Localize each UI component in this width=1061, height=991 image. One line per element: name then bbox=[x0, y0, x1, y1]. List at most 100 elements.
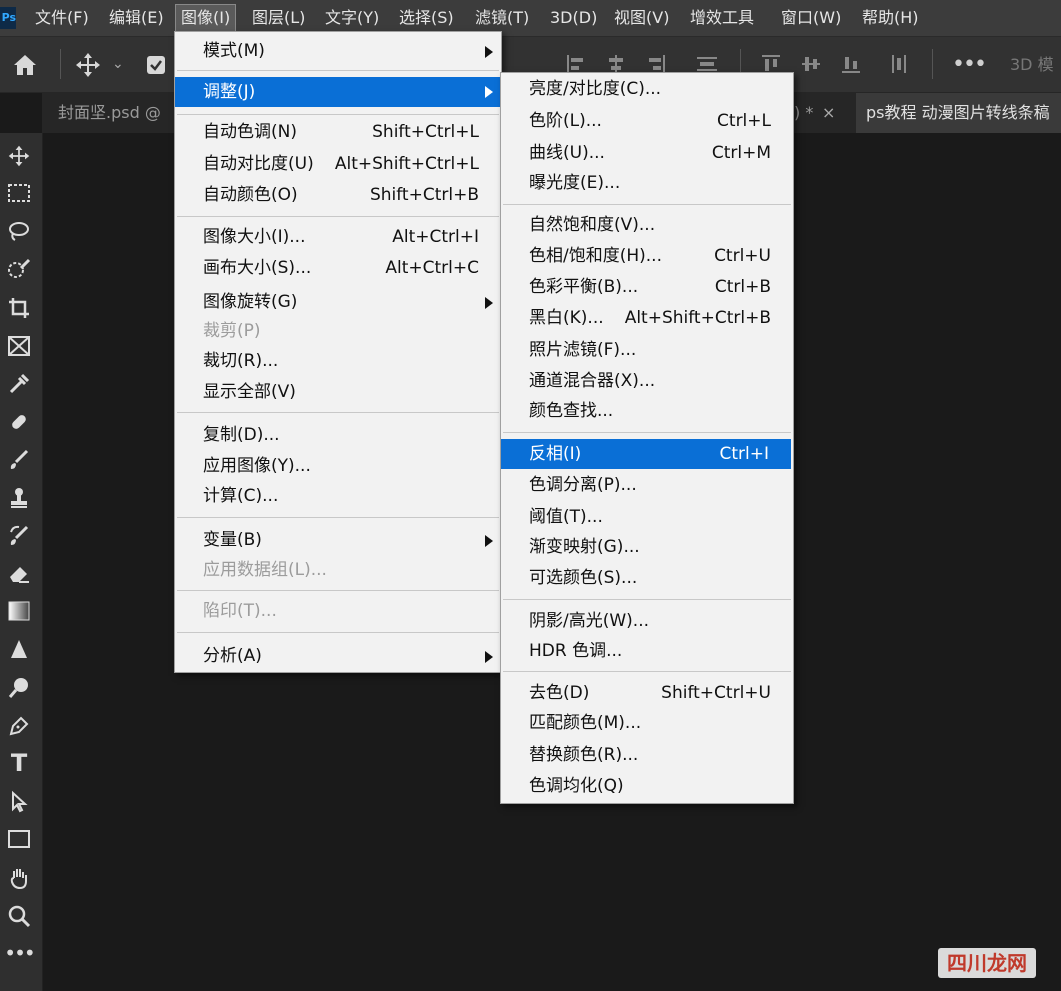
menu-separator bbox=[177, 590, 499, 591]
menu-item-canvas-size[interactable]: 画布大小(S)... Alt+Ctrl+C bbox=[175, 254, 501, 282]
more-icon[interactable]: ••• bbox=[952, 37, 987, 92]
menu-item-color-balance[interactable]: 色彩平衡(B)... Ctrl+B bbox=[501, 273, 793, 301]
hand-tool-icon[interactable] bbox=[0, 859, 38, 895]
distribute-vertical-icon[interactable] bbox=[888, 37, 910, 96]
menu-plugins[interactable]: 增效工具 bbox=[685, 4, 759, 32]
menu-separator bbox=[503, 432, 791, 433]
more-tools-icon[interactable]: ••• bbox=[0, 935, 38, 971]
auto-select-checkbox[interactable] bbox=[146, 37, 166, 96]
align-bottom-icon[interactable] bbox=[840, 37, 862, 96]
menu-layer[interactable]: 图层(L) bbox=[247, 4, 310, 32]
history-brush-tool-icon[interactable] bbox=[0, 517, 38, 553]
menu-item-channel-mixer[interactable]: 通道混合器(X)... bbox=[501, 367, 793, 395]
menu-separator bbox=[177, 412, 499, 413]
menu-type[interactable]: 文字(Y) bbox=[320, 4, 384, 32]
crop-tool-icon[interactable] bbox=[0, 289, 38, 325]
path-selection-tool-icon[interactable] bbox=[0, 783, 38, 819]
close-icon[interactable]: × bbox=[822, 93, 835, 133]
gradient-tool-icon[interactable] bbox=[0, 593, 38, 629]
move-icon[interactable] bbox=[74, 37, 102, 100]
menu-item-crop[interactable]: 裁剪(P) bbox=[175, 317, 501, 345]
menu-item-auto-color[interactable]: 自动颜色(O) Shift+Ctrl+B bbox=[175, 181, 501, 209]
menu-item-brightness-contrast[interactable]: 亮度/对比度(C)... bbox=[501, 75, 793, 103]
menu-separator bbox=[177, 632, 499, 633]
zoom-tool-icon[interactable] bbox=[0, 897, 38, 933]
quick-select-tool-icon[interactable] bbox=[0, 251, 38, 287]
menu-item-color-lookup[interactable]: 颜色查找... bbox=[501, 397, 793, 425]
frame-tool-icon[interactable] bbox=[0, 327, 38, 363]
menu-help[interactable]: 帮助(H) bbox=[857, 4, 924, 32]
menu-item-trim[interactable]: 裁切(R)... bbox=[175, 347, 501, 375]
marquee-tool-icon[interactable] bbox=[0, 175, 38, 211]
menu-separator bbox=[177, 216, 499, 217]
chevron-down-icon[interactable]: ⌄ bbox=[112, 37, 124, 92]
menu-item-mode[interactable]: 模式(M) bbox=[175, 37, 501, 65]
menu-item-apply-data-set[interactable]: 应用数据组(L)... bbox=[175, 556, 501, 584]
eraser-tool-icon[interactable] bbox=[0, 555, 38, 591]
menu-separator bbox=[503, 204, 791, 205]
align-middle-icon[interactable] bbox=[800, 37, 822, 96]
menu-item-auto-tone[interactable]: 自动色调(N) Shift+Ctrl+L bbox=[175, 118, 501, 146]
photoshop-logo: Ps bbox=[0, 7, 16, 29]
submenu-arrow-icon bbox=[485, 86, 493, 98]
menu-item-threshold[interactable]: 阈值(T)... bbox=[501, 503, 793, 531]
dodge-tool-icon[interactable] bbox=[0, 669, 38, 705]
menu-item-reveal-all[interactable]: 显示全部(V) bbox=[175, 378, 501, 406]
lasso-tool-icon[interactable] bbox=[0, 213, 38, 249]
menu-separator bbox=[503, 671, 791, 672]
menu-item-replace-color[interactable]: 替换颜色(R)... bbox=[501, 741, 793, 769]
menu-item-auto-contrast[interactable]: 自动对比度(U) Alt+Shift+Ctrl+L bbox=[175, 150, 501, 178]
menu-edit[interactable]: 编辑(E) bbox=[104, 4, 169, 32]
menu-image[interactable]: 图像(I) bbox=[175, 4, 237, 34]
rectangle-tool-icon[interactable] bbox=[0, 821, 38, 857]
submenu-arrow-icon bbox=[485, 297, 493, 309]
tab-document-active[interactable]: ps教程 动漫图片转线条稿 bbox=[856, 93, 1061, 133]
menubar: Ps 文件(F) 编辑(E) 图像(I) 图层(L) 文字(Y) 选择(S) 滤… bbox=[0, 0, 1061, 37]
stamp-tool-icon[interactable] bbox=[0, 479, 38, 515]
menu-item-variables[interactable]: 变量(B) bbox=[175, 526, 501, 554]
menu-file[interactable]: 文件(F) bbox=[30, 4, 94, 32]
move-tool-icon[interactable] bbox=[0, 137, 38, 173]
menu-item-posterize[interactable]: 色调分离(P)... bbox=[501, 471, 793, 499]
menu-item-adjustments[interactable]: 调整(J) bbox=[175, 77, 501, 107]
menu-item-calculations[interactable]: 计算(C)... bbox=[175, 482, 501, 510]
menu-item-invert[interactable]: 反相(I) Ctrl+I bbox=[501, 439, 791, 469]
menu-item-levels[interactable]: 色阶(L)... Ctrl+L bbox=[501, 107, 793, 135]
menu-item-photo-filter[interactable]: 照片滤镜(F)... bbox=[501, 336, 793, 364]
image-menu: 模式(M) 调整(J) 自动色调(N) Shift+Ctrl+L 自动对比度(U)… bbox=[174, 31, 502, 673]
menu-item-trap[interactable]: 陷印(T)... bbox=[175, 597, 501, 625]
menu-item-analysis[interactable]: 分析(A) bbox=[175, 642, 501, 670]
healing-brush-tool-icon[interactable] bbox=[0, 403, 38, 439]
menu-item-image-size[interactable]: 图像大小(I)... Alt+Ctrl+I bbox=[175, 223, 501, 251]
menu-item-curves[interactable]: 曲线(U)... Ctrl+M bbox=[501, 139, 793, 167]
menu-item-equalize[interactable]: 色调均化(Q) bbox=[501, 772, 793, 800]
menu-filter[interactable]: 滤镜(T) bbox=[470, 4, 534, 32]
menu-window[interactable]: 窗口(W) bbox=[776, 4, 846, 32]
menu-item-hdr-toning[interactable]: HDR 色调... bbox=[501, 637, 793, 665]
adjustments-submenu: 亮度/对比度(C)... 色阶(L)... Ctrl+L 曲线(U)... Ctrl… bbox=[500, 72, 794, 804]
eyedropper-tool-icon[interactable] bbox=[0, 365, 38, 401]
menu-item-exposure[interactable]: 曝光度(E)... bbox=[501, 169, 793, 197]
watermark-logo: 四川龙网 bbox=[938, 948, 1036, 978]
menu-item-gradient-map[interactable]: 渐变映射(G)... bbox=[501, 533, 793, 561]
menu-item-hue-saturation[interactable]: 色相/饱和度(H)... Ctrl+U bbox=[501, 242, 793, 270]
menu-item-duplicate[interactable]: 复制(D)... bbox=[175, 421, 501, 449]
menu-select[interactable]: 选择(S) bbox=[394, 4, 459, 32]
menu-item-desaturate[interactable]: 去色(D) Shift+Ctrl+U bbox=[501, 679, 793, 707]
menu-item-image-rotation[interactable]: 图像旋转(G) bbox=[175, 288, 501, 316]
submenu-arrow-icon bbox=[485, 651, 493, 663]
menu-view[interactable]: 视图(V) bbox=[609, 4, 674, 32]
menu-item-selective-color[interactable]: 可选颜色(S)... bbox=[501, 564, 793, 592]
blur-tool-icon[interactable] bbox=[0, 631, 38, 667]
home-icon[interactable] bbox=[12, 37, 38, 98]
menu-item-apply-image[interactable]: 应用图像(Y)... bbox=[175, 452, 501, 480]
menu-item-vibrance[interactable]: 自然饱和度(V)... bbox=[501, 211, 793, 239]
pen-tool-icon[interactable] bbox=[0, 707, 38, 743]
brush-tool-icon[interactable] bbox=[0, 441, 38, 477]
menu-item-match-color[interactable]: 匹配颜色(M)... bbox=[501, 709, 793, 737]
menu-item-black-white[interactable]: 黑白(K)... Alt+Shift+Ctrl+B bbox=[501, 304, 793, 332]
menu-item-shadows-highlights[interactable]: 阴影/高光(W)... bbox=[501, 607, 793, 635]
menu-3d[interactable]: 3D(D) bbox=[545, 4, 602, 32]
separator bbox=[60, 49, 61, 79]
type-tool-icon[interactable]: T bbox=[0, 745, 38, 781]
